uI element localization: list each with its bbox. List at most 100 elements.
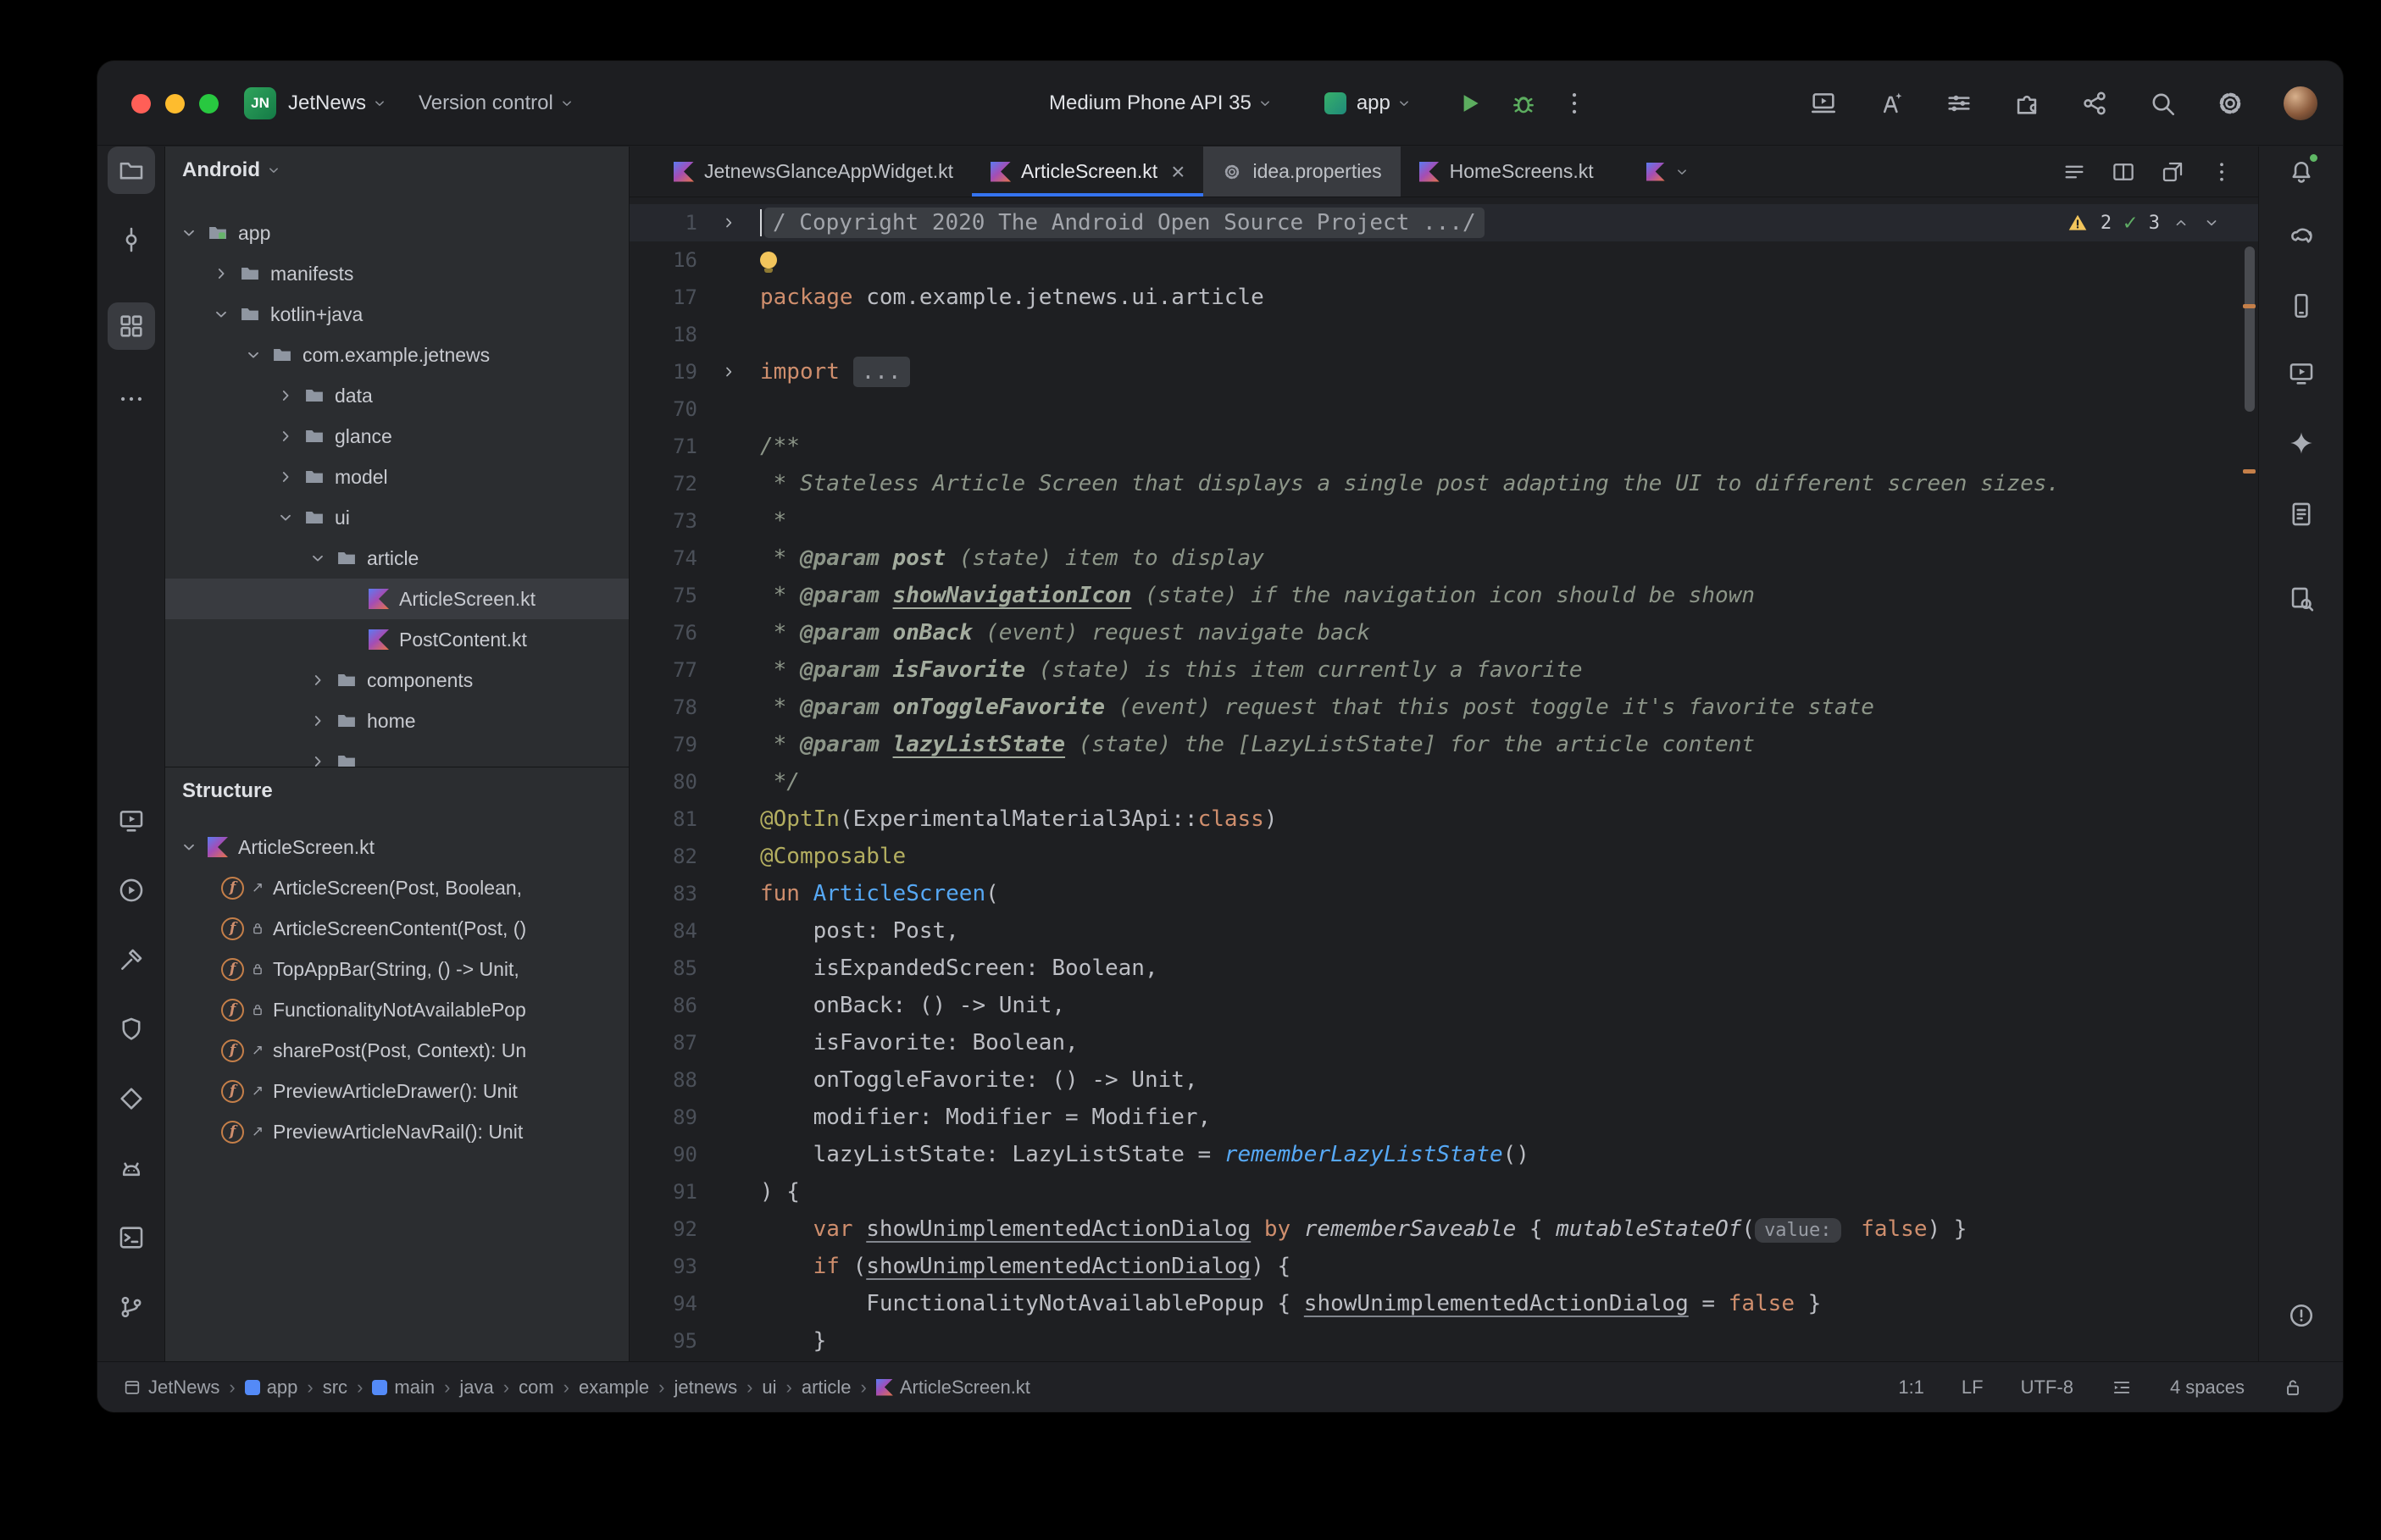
structure-root-articlescreen-kt[interactable]: ArticleScreen.kt [165,827,629,867]
breadcrumb-jetnews[interactable]: JetNews [123,1377,219,1399]
logcat-icon[interactable] [108,1144,155,1192]
more-actions-icon[interactable] [1560,89,1589,118]
editor-scrollbar[interactable] [2241,204,2256,1361]
build-icon[interactable] [108,936,155,983]
app-insights-icon[interactable] [2278,490,2325,538]
user-avatar[interactable] [2284,86,2317,120]
prev-problem-icon[interactable] [2172,213,2190,232]
breadcrumb-example[interactable]: example [579,1377,649,1399]
run-configuration-selector[interactable]: app [1324,91,1413,115]
version-control-icon[interactable] [108,1283,155,1331]
vcs-widget[interactable]: Version control [419,91,575,115]
code-line-19[interactable]: 19import ... [630,353,2258,391]
next-problem-icon[interactable] [2202,213,2221,232]
breadcrumb-jetnews[interactable]: jetnews [674,1377,737,1399]
tree-item-articlescreen-kt[interactable]: ArticleScreen.kt [165,579,629,619]
code-line-16[interactable]: 16 [630,241,2258,279]
chevron-down-icon[interactable] [243,345,269,365]
app-inspection-icon[interactable] [108,1005,155,1053]
project-view-mode[interactable]: Android [165,147,629,194]
structure-item-functionalitynotavailablepop[interactable]: fFunctionalityNotAvailablePop [165,989,629,1030]
breadcrumb-article[interactable]: article [802,1377,852,1399]
tree-item-glance[interactable]: glance [165,416,629,457]
code-line-18[interactable]: 18 [630,316,2258,353]
code-line-81[interactable]: 81@OptIn(ExperimentalMaterial3Api::class… [630,800,2258,838]
structure-item-articlescreen[interactable]: f↗ArticleScreen(Post, Boolean, [165,867,629,908]
folded-region[interactable]: / Copyright 2020 The Android Open Source… [764,208,1485,238]
tree-item-components[interactable]: components [165,660,629,701]
code-line-76[interactable]: 76 * @param onBack (event) request navig… [630,614,2258,651]
code-line-92[interactable]: 92 var showUnimplementedActionDialog by … [630,1210,2258,1248]
code-line-91[interactable]: 91) { [630,1173,2258,1210]
code-line-93[interactable]: 93 if (showUnimplementedActionDialog) { [630,1248,2258,1285]
tree-item-partial[interactable] [165,741,629,767]
close-tab-icon[interactable]: × [1171,160,1185,184]
debug-button[interactable] [1509,89,1538,118]
chevron-right-icon[interactable] [308,711,333,731]
tree-item-home[interactable]: home [165,701,629,741]
breadcrumb-main[interactable]: main [372,1377,435,1399]
gradle-icon[interactable] [2278,214,2325,262]
chevron-down-icon[interactable] [179,837,204,857]
line-separator[interactable]: LF [1962,1377,1984,1399]
terminal-icon[interactable] [108,1214,155,1261]
scrollbar-thumb[interactable] [2245,247,2255,412]
code-line-70[interactable]: 70 [630,391,2258,428]
project-selector[interactable]: JetNews [288,91,388,115]
notifications-bell-icon[interactable] [2278,147,2325,194]
unlock-icon[interactable] [2282,1377,2304,1399]
code-line-17[interactable]: 17package com.example.jetnews.ui.article [630,279,2258,316]
code-line-88[interactable]: 88 onToggleFavorite: () -> Unit, [630,1061,2258,1099]
device-streaming-icon[interactable] [1809,89,1838,118]
code-line-75[interactable]: 75 * @param showNavigationIcon (state) i… [630,577,2258,614]
tab-homescreens-kt[interactable]: HomeScreens.kt [1401,147,1612,197]
indent-setting[interactable]: 4 spaces [2170,1377,2245,1399]
code-line-73[interactable]: 73 * [630,502,2258,540]
code-line-90[interactable]: 90 lazyListState: LazyListState = rememb… [630,1136,2258,1173]
intention-bulb-icon[interactable] [760,252,777,269]
fold-arrow-icon[interactable] [697,213,760,232]
hidden-tabs-dropdown[interactable] [1646,147,1690,197]
resource-manager-icon[interactable] [108,1075,155,1122]
run-button[interactable] [1455,89,1484,118]
plugins-icon[interactable] [2012,89,2041,118]
tree-item-data[interactable]: data [165,375,629,416]
tree-item-com-example-jetnews[interactable]: com.example.jetnews [165,335,629,375]
breadcrumb-articlescreen-kt[interactable]: ArticleScreen.kt [876,1377,1030,1399]
tab-articlescreen-kt[interactable]: ArticleScreen.kt× [972,147,1203,197]
breadcrumb-com[interactable]: com [519,1377,554,1399]
more-tools-icon[interactable] [108,375,155,423]
search-icon[interactable] [2148,89,2177,118]
code-line-95[interactable]: 95 } [630,1322,2258,1360]
chevron-right-icon[interactable] [275,385,301,406]
code-line-71[interactable]: 71/** [630,428,2258,465]
chevron-down-icon[interactable] [275,507,301,528]
ai-assistant-icon[interactable] [1877,89,1906,118]
code-line-83[interactable]: 83fun ArticleScreen( [630,875,2258,912]
breadcrumb-java[interactable]: java [459,1377,493,1399]
tree-item-kotlin-java[interactable]: kotlin+java [165,294,629,335]
structure-item-articlescreencontent[interactable]: fArticleScreenContent(Post, () [165,908,629,949]
chevron-down-icon[interactable] [308,548,333,568]
detach-editor-icon[interactable] [2160,159,2185,185]
code-line-80[interactable]: 80 */ [630,763,2258,800]
run-icon[interactable] [108,867,155,914]
code-line-72[interactable]: 72 * Stateless Article Screen that displ… [630,465,2258,502]
code-area[interactable]: 1/ Copyright 2020 The Android Open Sourc… [630,197,2258,1361]
structure-item-sharepost[interactable]: f↗sharePost(Post, Context): Un [165,1030,629,1071]
run-configurations-icon[interactable] [1945,89,1973,118]
code-line-78[interactable]: 78 * @param onToggleFavorite (event) req… [630,689,2258,726]
fold-arrow-icon[interactable] [697,363,760,381]
tab-jetnewsglanceappwidget-kt[interactable]: JetnewsGlanceAppWidget.kt [655,147,972,197]
code-line-94[interactable]: 94 FunctionalityNotAvailablePopup { show… [630,1285,2258,1322]
code-line-86[interactable]: 86 onBack: () -> Unit, [630,987,2258,1024]
breadcrumb-src[interactable]: src [323,1377,347,1399]
folded-region[interactable]: ... [853,357,910,387]
warning-stripe-mark[interactable] [2243,304,2256,308]
close-window-button[interactable] [131,94,151,114]
chevron-down-icon[interactable] [179,223,204,243]
tree-item-model[interactable]: model [165,457,629,497]
running-devices-icon[interactable] [2278,350,2325,397]
share-icon[interactable] [2080,89,2109,118]
code-line-84[interactable]: 84 post: Post, [630,912,2258,950]
